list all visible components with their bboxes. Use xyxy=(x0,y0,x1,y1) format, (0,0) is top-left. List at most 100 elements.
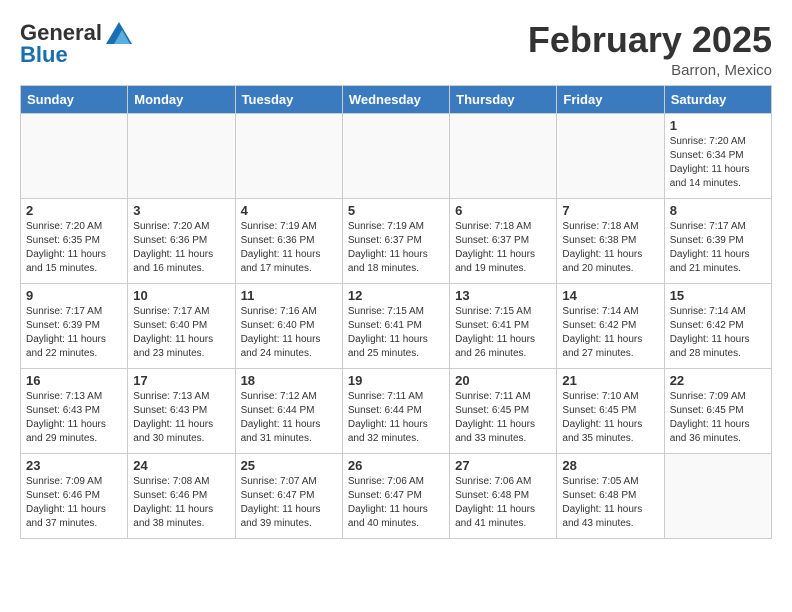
calendar-cell: 24Sunrise: 7:08 AM Sunset: 6:46 PM Dayli… xyxy=(128,453,235,538)
calendar-cell: 13 Sunrise: 7:15 AM Sunset: 6:41 PM Dayli… xyxy=(450,283,557,368)
calendar-cell xyxy=(21,113,128,198)
calendar-cell: 27Sunrise: 7:06 AM Sunset: 6:48 PM Dayli… xyxy=(450,453,557,538)
weekday-header-tuesday: Tuesday xyxy=(235,85,342,113)
day-number: 25 xyxy=(241,458,337,473)
calendar-cell xyxy=(128,113,235,198)
day-info: Sunrise: 7:05 AM Sunset: 6:48 PM Dayligh… xyxy=(562,475,658,531)
day-number: 16 xyxy=(26,373,122,388)
day-info: Sunrise: 7:17 AM Sunset: 6:39 PM Dayligh… xyxy=(26,305,122,361)
calendar-cell xyxy=(450,113,557,198)
calendar-cell: 25 Sunrise: 7:07 AM Sunset: 6:47 PM Dayli… xyxy=(235,453,342,538)
day-info: Sunrise: 7:18 AM Sunset: 6:38 PM Dayligh… xyxy=(562,220,658,276)
day-number: 18 xyxy=(241,373,337,388)
calendar-cell: 14 Sunrise: 7:14 AM Sunset: 6:42 PM Dayli… xyxy=(557,283,664,368)
week-row-4: 16 Sunrise: 7:13 AM Sunset: 6:43 PM Dayli… xyxy=(21,368,772,453)
weekday-header-thursday: Thursday xyxy=(450,85,557,113)
calendar-cell: 12 Sunrise: 7:15 AM Sunset: 6:41 PM Dayli… xyxy=(342,283,449,368)
day-number: 12 xyxy=(348,288,444,303)
calendar-cell: 22Sunrise: 7:09 AM Sunset: 6:45 PM Dayli… xyxy=(664,368,771,453)
calendar-cell xyxy=(664,453,771,538)
calendar-cell xyxy=(557,113,664,198)
day-info: Sunrise: 7:17 AM Sunset: 6:40 PM Dayligh… xyxy=(133,305,229,361)
calendar-cell: 8 Sunrise: 7:17 AM Sunset: 6:39 PM Daylig… xyxy=(664,198,771,283)
day-number: 19 xyxy=(348,373,444,388)
day-number: 7 xyxy=(562,203,658,218)
day-info: Sunrise: 7:14 AM Sunset: 6:42 PM Dayligh… xyxy=(562,305,658,361)
day-number: 9 xyxy=(26,288,122,303)
week-row-1: 1Sunrise: 7:20 AM Sunset: 6:34 PM Daylig… xyxy=(21,113,772,198)
calendar-table: SundayMondayTuesdayWednesdayThursdayFrid… xyxy=(20,85,772,539)
day-info: Sunrise: 7:15 AM Sunset: 6:41 PM Dayligh… xyxy=(348,305,444,361)
day-info: Sunrise: 7:07 AM Sunset: 6:47 PM Dayligh… xyxy=(241,475,337,531)
calendar-cell: 9 Sunrise: 7:17 AM Sunset: 6:39 PM Daylig… xyxy=(21,283,128,368)
day-number: 5 xyxy=(348,203,444,218)
day-number: 8 xyxy=(670,203,766,218)
calendar-cell: 15 Sunrise: 7:14 AM Sunset: 6:42 PM Dayli… xyxy=(664,283,771,368)
day-info: Sunrise: 7:09 AM Sunset: 6:46 PM Dayligh… xyxy=(26,475,122,531)
week-row-5: 23 Sunrise: 7:09 AM Sunset: 6:46 PM Dayli… xyxy=(21,453,772,538)
calendar-cell: 6 Sunrise: 7:18 AM Sunset: 6:37 PM Daylig… xyxy=(450,198,557,283)
calendar-cell: 20Sunrise: 7:11 AM Sunset: 6:45 PM Dayli… xyxy=(450,368,557,453)
calendar-cell: 28Sunrise: 7:05 AM Sunset: 6:48 PM Dayli… xyxy=(557,453,664,538)
week-row-2: 2 Sunrise: 7:20 AM Sunset: 6:35 PM Daylig… xyxy=(21,198,772,283)
calendar-cell: 1Sunrise: 7:20 AM Sunset: 6:34 PM Daylig… xyxy=(664,113,771,198)
weekday-header-wednesday: Wednesday xyxy=(342,85,449,113)
weekday-header-monday: Monday xyxy=(128,85,235,113)
calendar-cell: 16 Sunrise: 7:13 AM Sunset: 6:43 PM Dayli… xyxy=(21,368,128,453)
day-number: 14 xyxy=(562,288,658,303)
calendar-cell: 5 Sunrise: 7:19 AM Sunset: 6:37 PM Daylig… xyxy=(342,198,449,283)
day-number: 10 xyxy=(133,288,229,303)
weekday-header-sunday: Sunday xyxy=(21,85,128,113)
day-info: Sunrise: 7:08 AM Sunset: 6:46 PM Dayligh… xyxy=(133,475,229,531)
title-block: February 2025 Barron, Mexico xyxy=(528,20,772,79)
day-info: Sunrise: 7:06 AM Sunset: 6:48 PM Dayligh… xyxy=(455,475,551,531)
day-number: 4 xyxy=(241,203,337,218)
calendar-cell: 17Sunrise: 7:13 AM Sunset: 6:43 PM Dayli… xyxy=(128,368,235,453)
weekday-header-friday: Friday xyxy=(557,85,664,113)
day-info: Sunrise: 7:19 AM Sunset: 6:37 PM Dayligh… xyxy=(348,220,444,276)
day-info: Sunrise: 7:17 AM Sunset: 6:39 PM Dayligh… xyxy=(670,220,766,276)
day-number: 2 xyxy=(26,203,122,218)
day-info: Sunrise: 7:18 AM Sunset: 6:37 PM Dayligh… xyxy=(455,220,551,276)
calendar-cell xyxy=(235,113,342,198)
day-info: Sunrise: 7:11 AM Sunset: 6:44 PM Dayligh… xyxy=(348,390,444,446)
week-row-3: 9 Sunrise: 7:17 AM Sunset: 6:39 PM Daylig… xyxy=(21,283,772,368)
month-title: February 2025 xyxy=(528,20,772,60)
day-number: 22 xyxy=(670,373,766,388)
day-number: 23 xyxy=(26,458,122,473)
calendar-cell: 11 Sunrise: 7:16 AM Sunset: 6:40 PM Dayli… xyxy=(235,283,342,368)
calendar-cell: 2 Sunrise: 7:20 AM Sunset: 6:35 PM Daylig… xyxy=(21,198,128,283)
day-info: Sunrise: 7:10 AM Sunset: 6:45 PM Dayligh… xyxy=(562,390,658,446)
calendar-cell: 18 Sunrise: 7:12 AM Sunset: 6:44 PM Dayli… xyxy=(235,368,342,453)
calendar-cell xyxy=(342,113,449,198)
day-info: Sunrise: 7:19 AM Sunset: 6:36 PM Dayligh… xyxy=(241,220,337,276)
day-number: 26 xyxy=(348,458,444,473)
calendar-cell: 23 Sunrise: 7:09 AM Sunset: 6:46 PM Dayli… xyxy=(21,453,128,538)
day-number: 20 xyxy=(455,373,551,388)
day-info: Sunrise: 7:06 AM Sunset: 6:47 PM Dayligh… xyxy=(348,475,444,531)
page-header: General Blue February 2025 Barron, Mexic… xyxy=(20,20,772,79)
day-info: Sunrise: 7:13 AM Sunset: 6:43 PM Dayligh… xyxy=(133,390,229,446)
day-number: 6 xyxy=(455,203,551,218)
weekday-header-saturday: Saturday xyxy=(664,85,771,113)
calendar-cell: 21 Sunrise: 7:10 AM Sunset: 6:45 PM Dayli… xyxy=(557,368,664,453)
day-info: Sunrise: 7:15 AM Sunset: 6:41 PM Dayligh… xyxy=(455,305,551,361)
calendar-cell: 4 Sunrise: 7:19 AM Sunset: 6:36 PM Daylig… xyxy=(235,198,342,283)
logo: General Blue xyxy=(20,20,134,68)
weekday-header-row: SundayMondayTuesdayWednesdayThursdayFrid… xyxy=(21,85,772,113)
calendar-cell: 26 Sunrise: 7:06 AM Sunset: 6:47 PM Dayli… xyxy=(342,453,449,538)
day-number: 21 xyxy=(562,373,658,388)
day-info: Sunrise: 7:14 AM Sunset: 6:42 PM Dayligh… xyxy=(670,305,766,361)
calendar-cell: 3Sunrise: 7:20 AM Sunset: 6:36 PM Daylig… xyxy=(128,198,235,283)
calendar-cell: 7 Sunrise: 7:18 AM Sunset: 6:38 PM Daylig… xyxy=(557,198,664,283)
day-number: 13 xyxy=(455,288,551,303)
day-info: Sunrise: 7:12 AM Sunset: 6:44 PM Dayligh… xyxy=(241,390,337,446)
day-info: Sunrise: 7:13 AM Sunset: 6:43 PM Dayligh… xyxy=(26,390,122,446)
calendar-cell: 19 Sunrise: 7:11 AM Sunset: 6:44 PM Dayli… xyxy=(342,368,449,453)
day-info: Sunrise: 7:16 AM Sunset: 6:40 PM Dayligh… xyxy=(241,305,337,361)
day-number: 11 xyxy=(241,288,337,303)
day-info: Sunrise: 7:20 AM Sunset: 6:35 PM Dayligh… xyxy=(26,220,122,276)
day-info: Sunrise: 7:20 AM Sunset: 6:34 PM Dayligh… xyxy=(670,135,766,191)
calendar-cell: 10 Sunrise: 7:17 AM Sunset: 6:40 PM Dayli… xyxy=(128,283,235,368)
day-number: 15 xyxy=(670,288,766,303)
